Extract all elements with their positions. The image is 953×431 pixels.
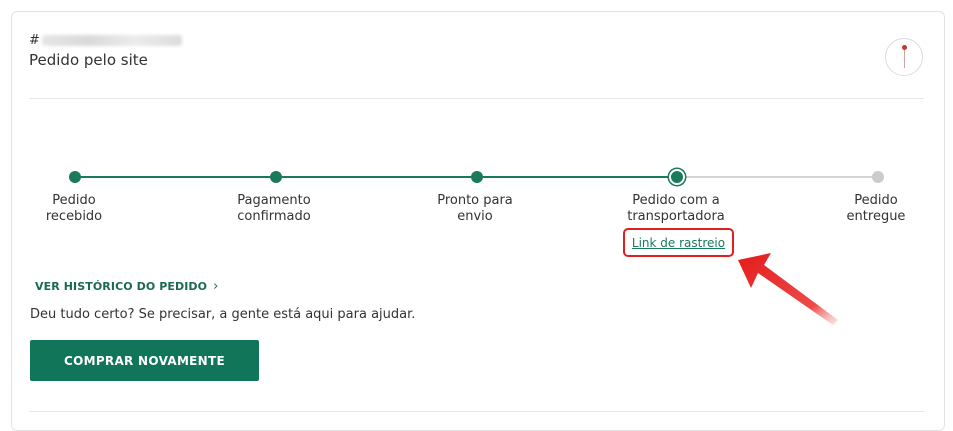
order-id-redacted <box>41 35 182 46</box>
step-label-ready: Pronto para envio <box>437 193 513 224</box>
footer-divider <box>29 411 924 412</box>
step-dot-ready <box>471 171 483 183</box>
progress-track-completed <box>75 176 677 178</box>
tracking-link[interactable]: Link de rastreio <box>632 236 725 250</box>
step-dot-carrier <box>669 169 685 185</box>
order-history-link[interactable]: VER HISTÓRICO DO PEDIDO › <box>35 279 218 294</box>
header-divider <box>29 98 924 99</box>
step-label-received: Pedido recebido <box>45 193 103 224</box>
order-history-label: VER HISTÓRICO DO PEDIDO <box>35 280 208 293</box>
chevron-right-icon: › <box>213 279 219 294</box>
step-label-payment: Pagamento confirmado <box>237 193 311 224</box>
compass-icon[interactable] <box>885 38 923 76</box>
step-label-carrier: Pedido com a transportadora <box>627 193 725 224</box>
order-id-prefix: # <box>29 33 40 48</box>
step-label-delivered: Pedido entregue <box>846 193 906 224</box>
buy-again-button[interactable]: COMPRAR NOVAMENTE <box>30 340 259 381</box>
progress-track-pending <box>677 176 878 178</box>
order-id: # <box>29 33 182 48</box>
step-dot-delivered <box>872 171 884 183</box>
compass-needle-head <box>902 45 907 50</box>
order-origin: Pedido pelo site <box>29 51 148 69</box>
red-arrow-icon <box>738 253 838 325</box>
step-dot-received <box>69 171 81 183</box>
step-dot-payment <box>270 171 282 183</box>
help-message: Deu tudo certo? Se precisar, a gente est… <box>30 307 416 322</box>
compass-needle <box>904 48 905 68</box>
tracking-link-highlight: Link de rastreio <box>623 228 734 257</box>
